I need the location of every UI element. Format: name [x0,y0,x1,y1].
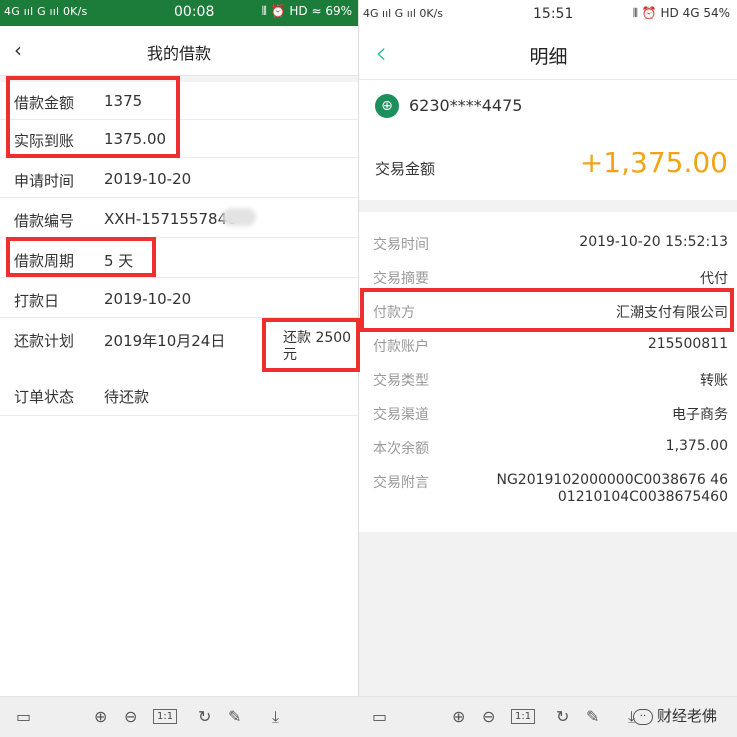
status-icons: ⫴ ⏰ HD ≈ 69% [261,4,352,18]
row-value: 2019年10月24日 [104,332,226,350]
row-label: 还款计划 [14,332,75,350]
detail-value: 1,375.00 [665,438,728,454]
row-label: 打款日 [14,292,60,310]
pen-icon[interactable]: ✎ [228,707,241,726]
detail-value: NG2019102000000C0038676 46 01210104C0038… [496,472,728,505]
status-icons: ⫴ ⏰ HD 4G 54% [632,6,730,20]
viewer-toolbar: ▭ ⊕ ⊖ 1:1 ↻ ✎ ⤓ ▭ ⊕ ⊖ 1:1 ↻ ✎ ⤓ ·· 财经老佛 [0,696,737,737]
actual-size-icon[interactable]: 1:1 [511,709,536,724]
wechat-icon: ·· [632,708,653,725]
nav-bar: ‹ 我的借款 [0,26,358,76]
status-bar: 4G ııl G ııl 0K/s 00:08 ⫴ ⏰ HD ≈ 69% [0,0,358,26]
status-bar: 4G ııl G ııl 0K/s 15:51 ⫴ ⏰ HD 4G 54% [359,0,737,28]
transaction-details-card: 交易时间 2019-10-20 15:52:13 交易摘要 代付 付款方 汇潮支… [359,212,737,532]
row-label: 借款编号 [14,212,75,230]
sidebar-icon[interactable]: ▭ [16,707,31,726]
highlight-box [6,237,156,277]
detail-label: 交易时间 [373,237,429,253]
amount-value: +1,375.00 [579,146,728,179]
signal-indicator: 4G ııl G ııl 0K/s [363,7,444,20]
amount-label: 交易金额 [375,160,436,178]
detail-value: 215500811 [647,336,728,352]
redaction-blur [222,208,256,226]
zoom-in-icon[interactable]: ⊕ [94,707,107,726]
watermark-text: 财经老佛 [656,707,717,725]
row-value: 待还款 [104,388,150,406]
watermark: ·· 财经老佛 [632,705,717,726]
row-order-status: 订单状态 待还款 [0,376,358,416]
zoom-out-icon[interactable]: ⊖ [482,707,495,726]
row-loan-number: 借款编号 XXH-1571557846 [0,200,358,238]
detail-value: 转账 [700,373,728,389]
status-time: 15:51 [533,6,574,22]
detail-value: 代付 [700,271,728,287]
detail-row-remark: 交易附言 NG2019102000000C0038676 46 01210104… [359,472,737,512]
rotate-icon[interactable]: ↻ [556,707,569,726]
row-label: 申请时间 [14,172,75,190]
detail-value: 2019-10-20 15:52:13 [579,234,728,250]
transaction-detail-screen: 4G ııl G ııl 0K/s 15:51 ⫴ ⏰ HD 4G 54% ‹ … [358,0,737,737]
row-payout-date: 打款日 2019-10-20 [0,280,358,318]
page-title: 我的借款 [146,44,211,63]
sidebar-icon[interactable]: ▭ [372,707,387,726]
row-value: 2019-10-20 [104,290,192,308]
detail-label: 交易附言 [373,475,429,491]
account-number: 6230****4475 [409,96,523,115]
page-title: 明细 [529,46,568,68]
detail-label: 交易类型 [373,373,429,389]
row-apply-time: 申请时间 2019-10-20 [0,160,358,198]
account-summary-card: ⊕ 6230****4475 交易金额 +1,375.00 [359,80,737,200]
detail-label: 本次余额 [373,441,429,457]
row-value: XXH-1571557846 [104,210,237,228]
highlight-box [262,318,360,372]
status-time: 00:08 [174,4,215,20]
highlight-box [6,76,180,158]
highlight-box [360,288,734,332]
detail-value: 电子商务 [672,407,728,423]
download-icon[interactable]: ⤓ [272,707,279,727]
detail-label: 交易渠道 [373,407,429,423]
bank-logo-icon: ⊕ [375,94,399,118]
actual-size-icon[interactable]: 1:1 [153,709,178,724]
signal-indicator: 4G ııl G ııl 0K/s [4,5,88,18]
row-label: 订单状态 [14,388,75,406]
zoom-in-icon[interactable]: ⊕ [452,707,465,726]
detail-label: 付款账户 [373,339,429,355]
detail-label: 交易摘要 [373,271,429,287]
row-value: 2019-10-20 [104,170,192,188]
zoom-out-icon[interactable]: ⊖ [124,707,137,726]
nav-bar: ‹ 明细 [359,28,737,80]
pen-icon[interactable]: ✎ [586,707,599,726]
rotate-icon[interactable]: ↻ [198,707,211,726]
